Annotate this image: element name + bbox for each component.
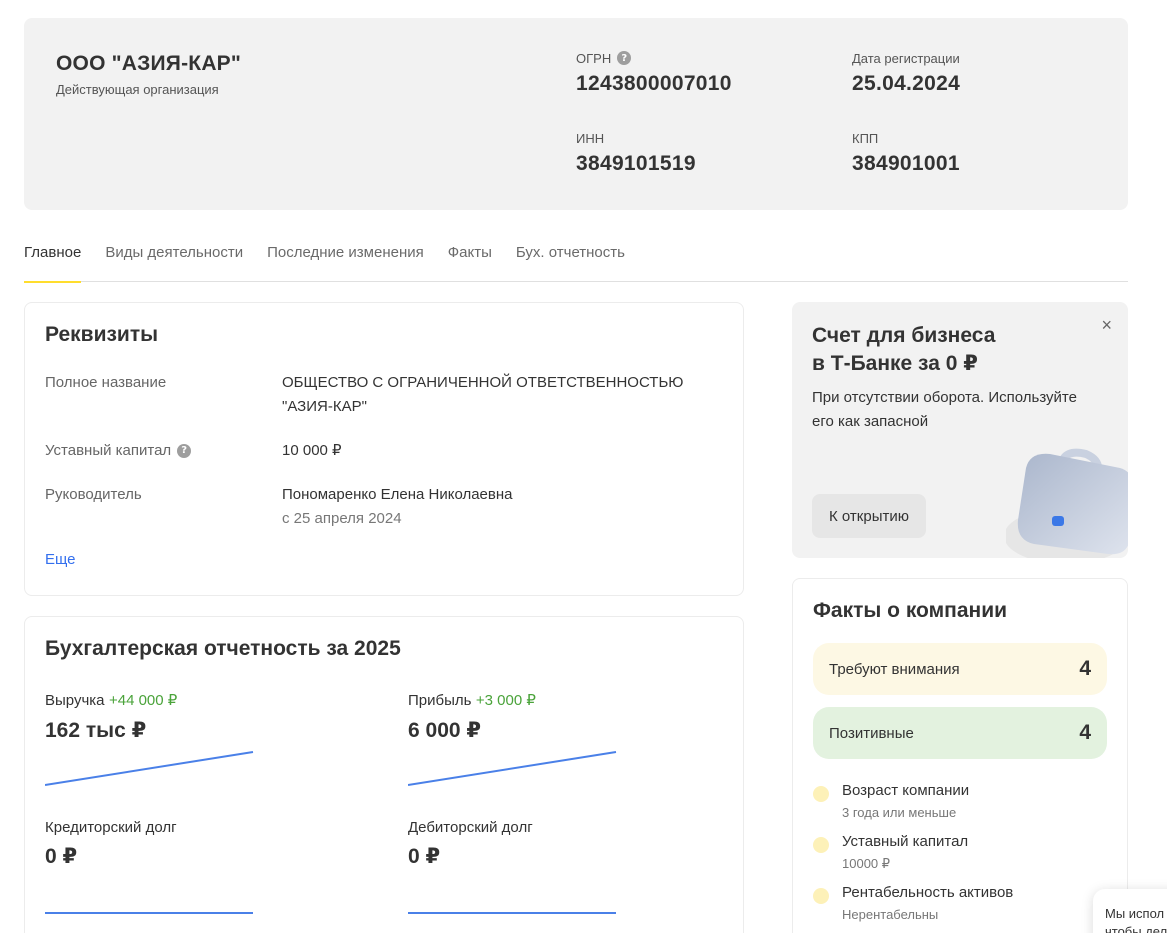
- positive-label: Позитивные: [829, 724, 914, 742]
- attention-facts-button[interactable]: Требуют внимания 4: [813, 643, 1107, 695]
- company-facts-card: Факты о компании Требуют внимания 4 Пози…: [792, 578, 1128, 933]
- capital-value: 10 000 ₽: [282, 442, 342, 459]
- bank-promo-card: Счет для бизнеса в Т-Банке за 0 ₽ При от…: [792, 302, 1128, 558]
- full-name-label: Полное название: [45, 374, 167, 391]
- kpp-value: 384901001: [852, 152, 960, 175]
- revenue-metric[interactable]: Выручка +44 000 ₽ 162 тыс ₽: [45, 691, 265, 786]
- promo-title: Счет для бизнеса в Т-Банке за 0 ₽: [812, 322, 1072, 378]
- payables-sparkline: [45, 912, 253, 914]
- tab-main[interactable]: Главное: [24, 236, 82, 283]
- tab-facts[interactable]: Факты: [448, 236, 492, 282]
- receivables-sparkline: [408, 912, 616, 914]
- fact-dot-icon: [813, 837, 829, 853]
- fact-dot-icon: [813, 888, 829, 904]
- company-name: ООО "АЗИЯ-КАР": [56, 52, 242, 75]
- fact-title: Возраст компании: [842, 782, 970, 799]
- capital-row: Уставный капитал? 10 000 ₽: [45, 439, 725, 463]
- kpp-field: КПП 384901001: [852, 130, 960, 176]
- positive-count: 4: [1079, 721, 1091, 744]
- fact-sub: 3 года или меньше: [842, 805, 957, 820]
- reg-date-value: 25.04.2024: [852, 72, 961, 95]
- ogrn-value: 1243800007010: [576, 72, 732, 95]
- profit-delta: +3 000 ₽: [475, 692, 536, 709]
- kpp-label: КПП: [852, 130, 879, 146]
- promo-title-line-2: в Т-Банке за 0 ₽: [812, 352, 978, 375]
- tab-accounting[interactable]: Бух. отчетность: [516, 236, 625, 282]
- fact-sub: 10000 ₽: [842, 856, 891, 871]
- revenue-trend-line: [45, 751, 254, 786]
- receivables-label: Дебиторский долг: [408, 819, 533, 836]
- company-status: Действующая организация: [56, 82, 219, 97]
- accounting-card: Бухгалтерская отчетность за 2025 Выручка…: [24, 616, 744, 933]
- tab-bar: Главное Виды деятельности Последние изме…: [24, 236, 1128, 283]
- reg-date-label: Дата регистрации: [852, 50, 960, 66]
- head-row: Руководитель Пономаренко Елена Николаевн…: [45, 483, 725, 531]
- accounting-title: Бухгалтерская отчетность за 2025: [45, 637, 401, 660]
- payables-value: 0 ₽: [45, 845, 78, 868]
- cookie-text-line-2: чтобы дел: [1105, 924, 1167, 933]
- receivables-value: 0 ₽: [408, 845, 441, 868]
- company-header-card: ООО "АЗИЯ-КАР" Действующая организация О…: [24, 18, 1128, 210]
- requisites-title: Реквизиты: [45, 323, 159, 346]
- inn-label: ИНН: [576, 130, 605, 146]
- profit-trend-line: [408, 751, 617, 786]
- fact-title: Уставный капитал: [842, 833, 969, 850]
- inn-value: 3849101519: [576, 152, 696, 175]
- attention-label: Требуют внимания: [829, 660, 960, 678]
- attention-count: 4: [1079, 657, 1091, 680]
- capital-label: Уставный капитал: [45, 442, 172, 459]
- head-label: Руководитель: [45, 486, 142, 503]
- close-icon[interactable]: ×: [1101, 315, 1112, 335]
- full-name-value: ОБЩЕСТВО С ОГРАНИЧЕННОЙ ОТВЕТСТВЕННОСТЬЮ…: [282, 374, 684, 415]
- head-since: с 25 апреля 2024: [282, 510, 402, 527]
- help-icon[interactable]: ?: [177, 444, 192, 458]
- fact-sub: Нерентабельны: [842, 907, 939, 922]
- revenue-value: 162 тыс ₽: [45, 719, 147, 742]
- promo-text: При отсутствии оборота. Используйте его …: [812, 389, 1077, 430]
- payables-label: Кредиторский долг: [45, 819, 177, 836]
- help-icon[interactable]: ?: [617, 51, 632, 65]
- tab-recent-changes[interactable]: Последние изменения: [267, 236, 424, 282]
- cookie-text-line-1: Мы испол: [1105, 906, 1165, 921]
- fact-dot-icon: [813, 786, 829, 802]
- cookie-notice[interactable]: Мы испол чтобы дел: [1093, 889, 1167, 933]
- revenue-sparkline: [45, 751, 254, 786]
- revenue-label: Выручка: [45, 692, 105, 709]
- inn-field: ИНН 3849101519: [576, 130, 696, 176]
- open-account-button[interactable]: К открытию: [812, 494, 926, 538]
- profit-value: 6 000 ₽: [408, 719, 481, 742]
- requisites-card: Реквизиты Полное название ОБЩЕСТВО С ОГР…: [24, 302, 744, 596]
- profit-label: Прибыль: [408, 692, 472, 709]
- briefcase-illustration: [1006, 448, 1128, 558]
- head-name: Пономаренко Елена Николаевна: [282, 486, 513, 503]
- reg-date-field: Дата регистрации 25.04.2024: [852, 50, 960, 96]
- profit-metric[interactable]: Прибыль +3 000 ₽ 6 000 ₽: [408, 691, 628, 786]
- revenue-delta: +44 000 ₽: [108, 692, 178, 709]
- more-link[interactable]: Еще: [45, 551, 76, 568]
- fact-title: Рентабельность активов: [842, 884, 1014, 901]
- receivables-metric[interactable]: Дебиторский долг 0 ₽: [408, 819, 628, 914]
- profit-sparkline: [408, 751, 617, 786]
- facts-title: Факты о компании: [813, 599, 1008, 622]
- tab-activities[interactable]: Виды деятельности: [105, 236, 243, 282]
- payables-metric[interactable]: Кредиторский долг 0 ₽: [45, 819, 265, 914]
- ogrn-label: ОГРН: [576, 50, 612, 66]
- positive-facts-button[interactable]: Позитивные 4: [813, 707, 1107, 759]
- full-name-row: Полное название ОБЩЕСТВО С ОГРАНИЧЕННОЙ …: [45, 371, 725, 419]
- ogrn-field: ОГРН? 1243800007010: [576, 50, 732, 96]
- promo-title-line-1: Счет для бизнеса: [812, 324, 996, 347]
